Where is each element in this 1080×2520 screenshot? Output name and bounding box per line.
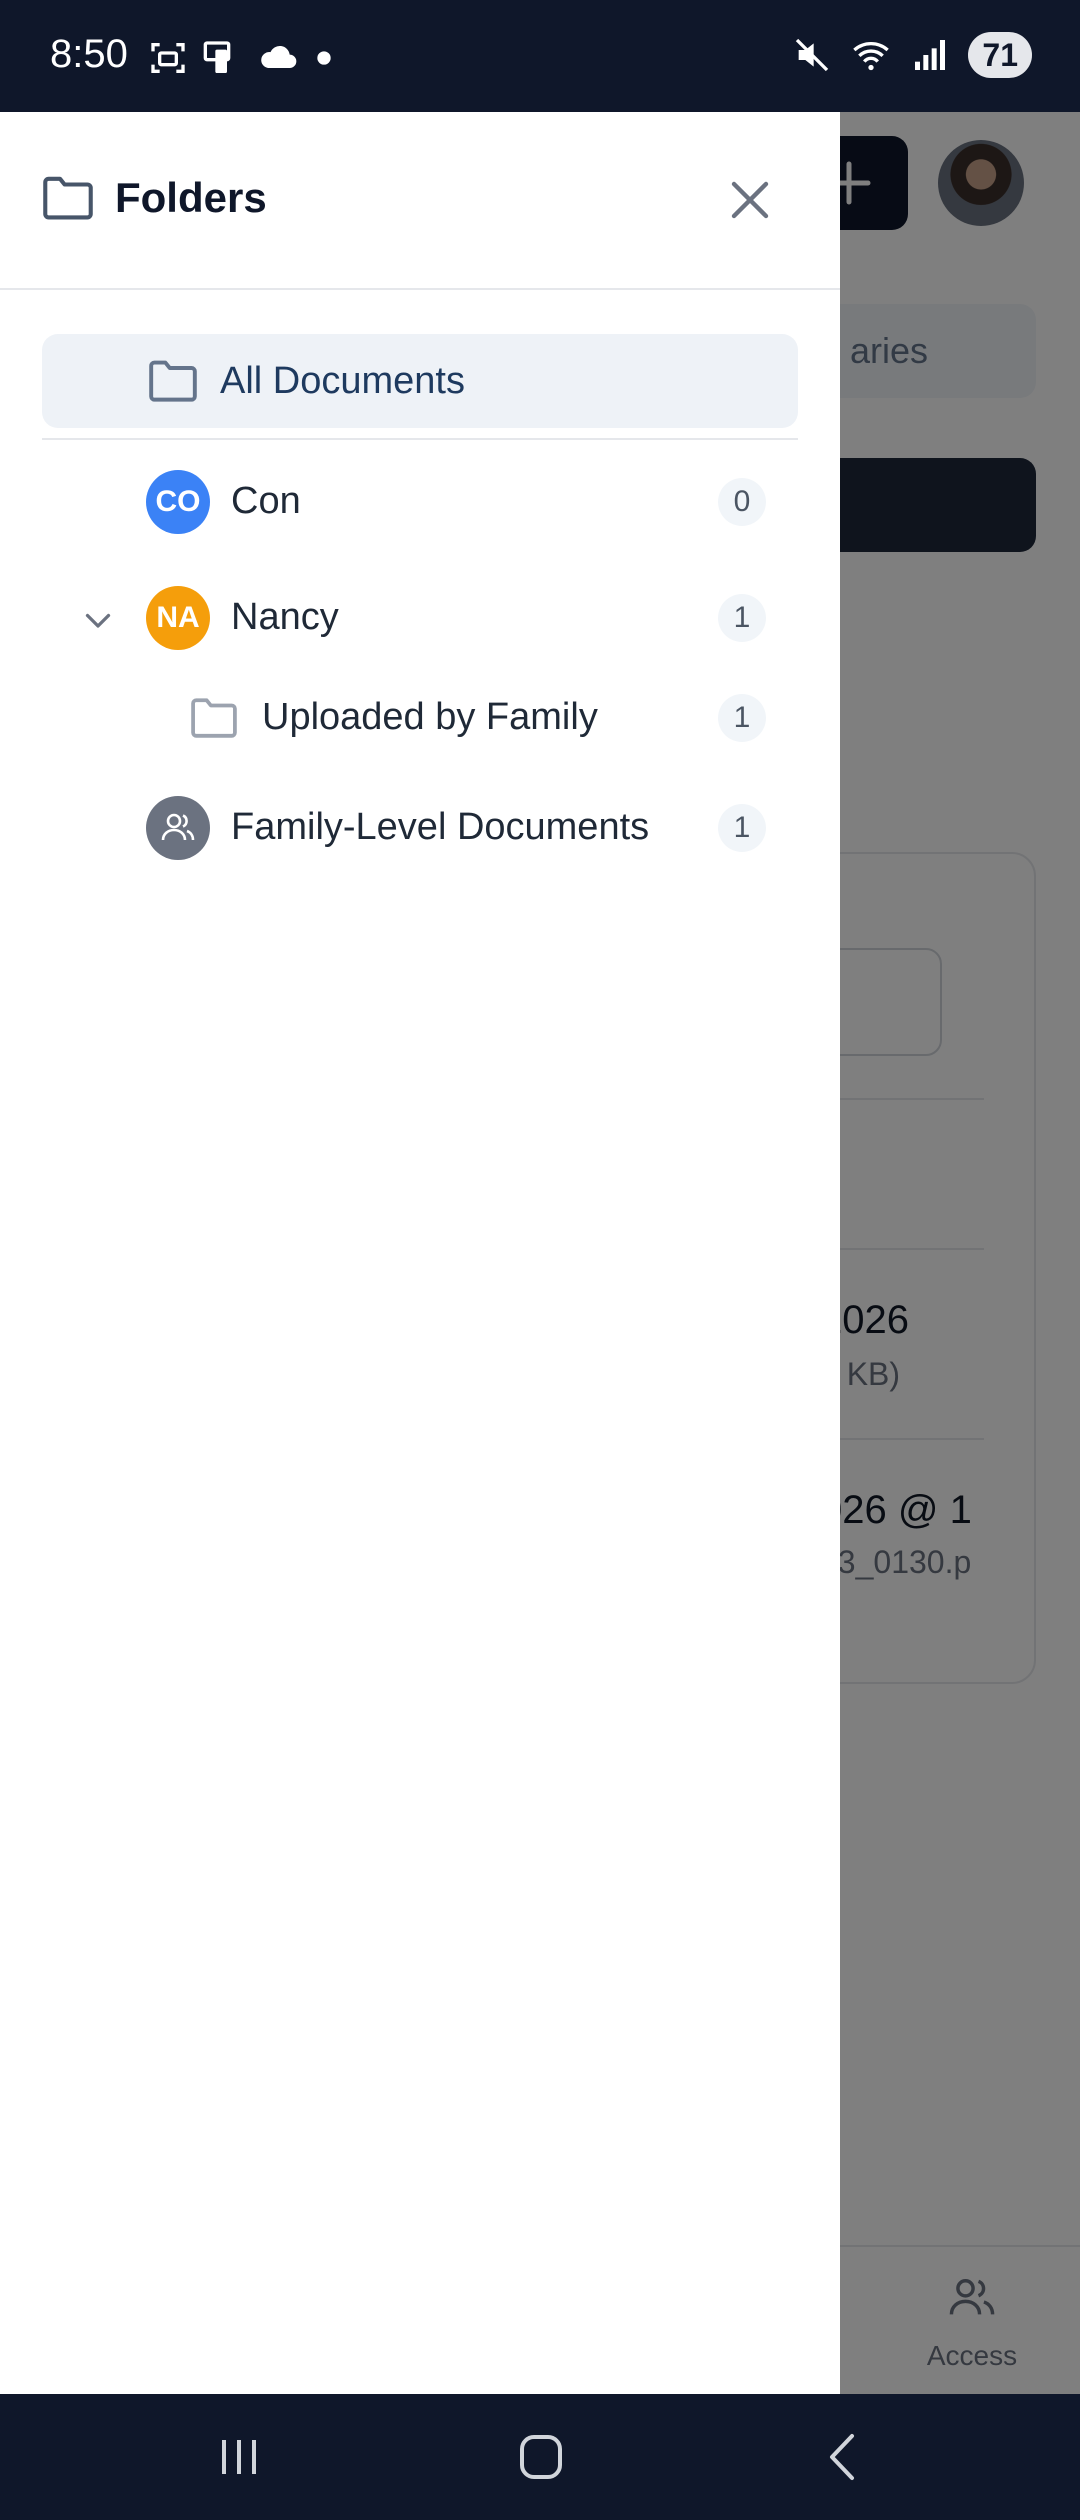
folder-item-family-level[interactable]: Family-Level Documents 1 — [0, 780, 840, 876]
folder-item-label: Con — [231, 480, 301, 522]
folder-icon — [191, 698, 237, 738]
status-icons-left — [148, 38, 334, 78]
folder-item-label: Nancy — [231, 596, 339, 638]
avatar-nancy: NA — [146, 586, 210, 650]
drawer-header: Folders — [0, 112, 840, 290]
subfolder-label: Uploaded by Family — [262, 696, 598, 738]
users-icon — [161, 813, 195, 841]
wifi-icon — [853, 42, 890, 71]
folders-drawer: Folders All Documents CO Con 0 NA Nancy … — [0, 112, 840, 2394]
folder-item-label: Family-Level Documents — [231, 806, 650, 848]
home-icon[interactable] — [506, 2424, 576, 2490]
mute-icon — [796, 38, 829, 72]
close-icon[interactable] — [726, 176, 774, 224]
folder-item-con[interactable]: CO Con 0 — [0, 454, 840, 550]
chevron-down-icon[interactable] — [80, 602, 116, 638]
dot-icon — [317, 51, 331, 65]
screenshot-icon — [151, 43, 185, 73]
status-bar: 8:50 71 — [0, 0, 1080, 112]
status-time: 8:50 — [50, 32, 128, 76]
count-badge: 0 — [718, 478, 766, 526]
subfolder-uploaded-by-family[interactable]: Uploaded by Family 1 — [0, 670, 840, 766]
folder-item-nancy[interactable]: NA Nancy 1 — [0, 570, 840, 666]
count-badge: 1 — [718, 694, 766, 742]
status-icons-right: 71 — [792, 32, 1032, 78]
avatar-con: CO — [146, 470, 210, 534]
signal-icon — [915, 40, 946, 70]
count-badge: 1 — [718, 594, 766, 642]
all-documents-label: All Documents — [220, 360, 465, 402]
back-icon[interactable] — [808, 2424, 878, 2490]
folder-icon — [43, 176, 93, 220]
cloud-icon — [261, 45, 297, 68]
device-icon — [203, 41, 231, 73]
divider — [42, 438, 798, 440]
folder-all-documents[interactable]: All Documents — [42, 334, 798, 428]
system-nav-bar — [0, 2394, 1080, 2520]
recent-apps-icon[interactable] — [204, 2424, 274, 2490]
folder-icon — [149, 360, 197, 402]
avatar-family — [146, 796, 210, 860]
battery-indicator: 71 — [968, 32, 1032, 78]
drawer-title: Folders — [115, 174, 267, 221]
count-badge: 1 — [718, 804, 766, 852]
